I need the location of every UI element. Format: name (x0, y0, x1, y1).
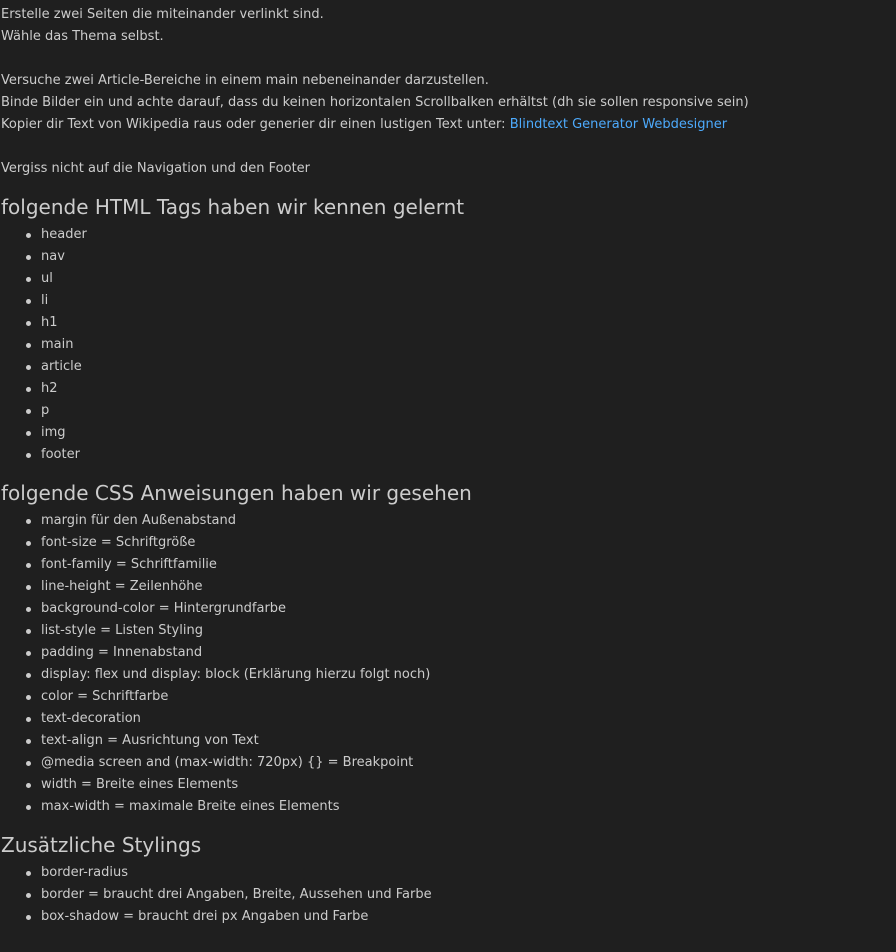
list-item: border-radius (0, 862, 896, 884)
extra-styles-list: border-radius border = braucht drei Anga… (0, 862, 896, 928)
intro-line: Versuche zwei Article-Bereiche in einem … (1, 73, 489, 88)
list-item: @media screen and (max-width: 720px) {} … (0, 752, 896, 774)
css-rules-list: margin für den Außenabstand font-size = … (0, 510, 896, 818)
list-item: header (0, 224, 896, 246)
list-item: text-decoration (0, 708, 896, 730)
list-item: padding = Innenabstand (0, 642, 896, 664)
list-item: text-align = Ausrichtung von Text (0, 730, 896, 752)
section-heading: folgende HTML Tags haben wir kennen gele… (1, 195, 465, 219)
list-item: li (0, 290, 896, 312)
intro-section: Erstelle zwei Seiten die miteinander ver… (0, 4, 896, 180)
list-item: margin für den Außenabstand (0, 510, 896, 532)
list-item: h2 (0, 378, 896, 400)
list-item: nav (0, 246, 896, 268)
html-tags-section: folgende HTML Tags haben wir kennen gele… (0, 194, 896, 466)
intro-line: Wähle das Thema selbst. (1, 29, 164, 44)
list-item: max-width = maximale Breite eines Elemen… (0, 796, 896, 818)
intro-line: Erstelle zwei Seiten die miteinander ver… (1, 7, 324, 22)
list-item: color = Schriftfarbe (0, 686, 896, 708)
list-item: img (0, 422, 896, 444)
css-rules-section: folgende CSS Anweisungen haben wir geseh… (0, 480, 896, 818)
list-item: display: flex und display: block (Erklär… (0, 664, 896, 686)
list-item: width = Breite eines Elements (0, 774, 896, 796)
list-item: list-style = Listen Styling (0, 620, 896, 642)
intro-line-with-link: Kopier dir Text von Wikipedia raus oder … (0, 114, 896, 136)
list-item: h1 (0, 312, 896, 334)
list-item: ul (0, 268, 896, 290)
list-item: main (0, 334, 896, 356)
intro-line: Vergiss nicht auf die Navigation und den… (1, 161, 311, 176)
list-item: font-size = Schriftgröße (0, 532, 896, 554)
list-item: box-shadow = braucht drei px Angaben und… (0, 906, 896, 928)
list-item: background-color = Hintergrundfarbe (0, 598, 896, 620)
list-item: p (0, 400, 896, 422)
blindtext-generator-link[interactable]: Blindtext Generator Webdesigner (510, 117, 727, 132)
section-heading: Zusätzliche Stylings (1, 833, 202, 857)
intro-line: Binde Bilder ein und achte darauf, dass … (1, 95, 749, 110)
html-tags-list: header nav ul li h1 main article h2 p im… (0, 224, 896, 466)
extra-styles-section: Zusätzliche Stylings border-radius borde… (0, 832, 896, 928)
list-item: footer (0, 444, 896, 466)
list-item: line-height = Zeilenhöhe (0, 576, 896, 598)
intro-text: Kopier dir Text von Wikipedia raus oder … (1, 117, 510, 132)
list-item: border = braucht drei Angaben, Breite, A… (0, 884, 896, 906)
section-heading: folgende CSS Anweisungen haben wir geseh… (1, 481, 472, 505)
list-item: article (0, 356, 896, 378)
list-item: font-family = Schriftfamilie (0, 554, 896, 576)
